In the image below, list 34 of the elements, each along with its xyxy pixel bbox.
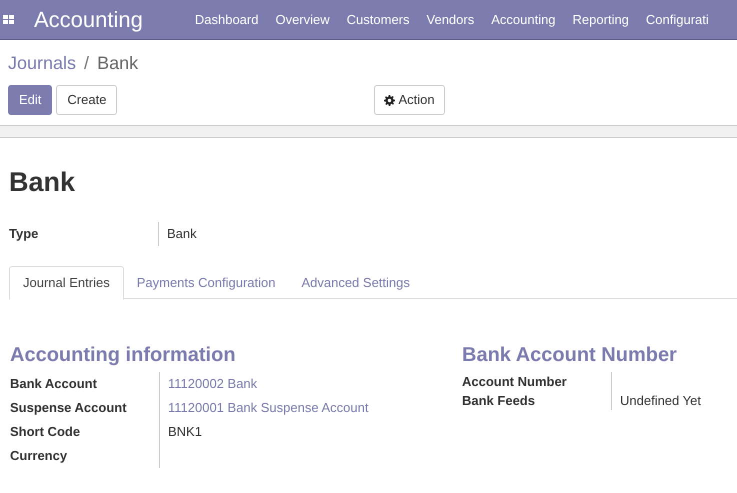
menu-item[interactable]: Vendors [426, 10, 474, 30]
menu-item[interactable]: Accounting [491, 10, 556, 30]
menu-item[interactable]: Reporting [572, 10, 629, 30]
record-title: Bank [9, 166, 76, 198]
apps-menu-icon[interactable] [3, 15, 14, 24]
field-link[interactable]: 11120001 Bank Suspense Account [168, 398, 368, 418]
menu-item[interactable]: Dashboard [194, 10, 258, 30]
field-link[interactable]: 11120002 Bank [168, 374, 258, 394]
breadcrumb-link[interactable]: Journals [8, 50, 76, 76]
field-value: BNK1 [168, 423, 202, 442]
field-value: Undefined Yet [620, 392, 701, 410]
edit-button[interactable]: Edit [8, 85, 52, 115]
field-label: Account Number [462, 372, 612, 391]
tab[interactable]: Advanced Settings [288, 266, 423, 299]
field-label: Bank Feeds [462, 391, 612, 410]
breadcrumb-current: Bank [97, 52, 138, 74]
tab[interactable]: Payments Configuration [124, 266, 288, 299]
tab[interactable]: Journal Entries [9, 266, 124, 300]
create-button[interactable]: Create [56, 85, 118, 115]
gear-icon [384, 94, 396, 106]
action-button[interactable]: Action [374, 85, 445, 115]
field-label: Short Code [10, 420, 160, 444]
field-value: Bank [167, 225, 197, 244]
menu-item[interactable]: Overview [275, 10, 330, 30]
field-label: Suspense Account [10, 396, 160, 420]
group-title: Accounting information [10, 343, 237, 368]
group-title: Bank Account Number [462, 343, 678, 368]
breadcrumb-separator: / [84, 52, 90, 74]
field-label: Bank Account [10, 372, 160, 396]
app-title: Accounting [34, 6, 143, 34]
field-label: Type [9, 222, 159, 246]
field-label: Currency [10, 444, 160, 468]
menu-item[interactable]: Configurati [646, 10, 709, 30]
menu-item[interactable]: Customers [346, 10, 410, 30]
